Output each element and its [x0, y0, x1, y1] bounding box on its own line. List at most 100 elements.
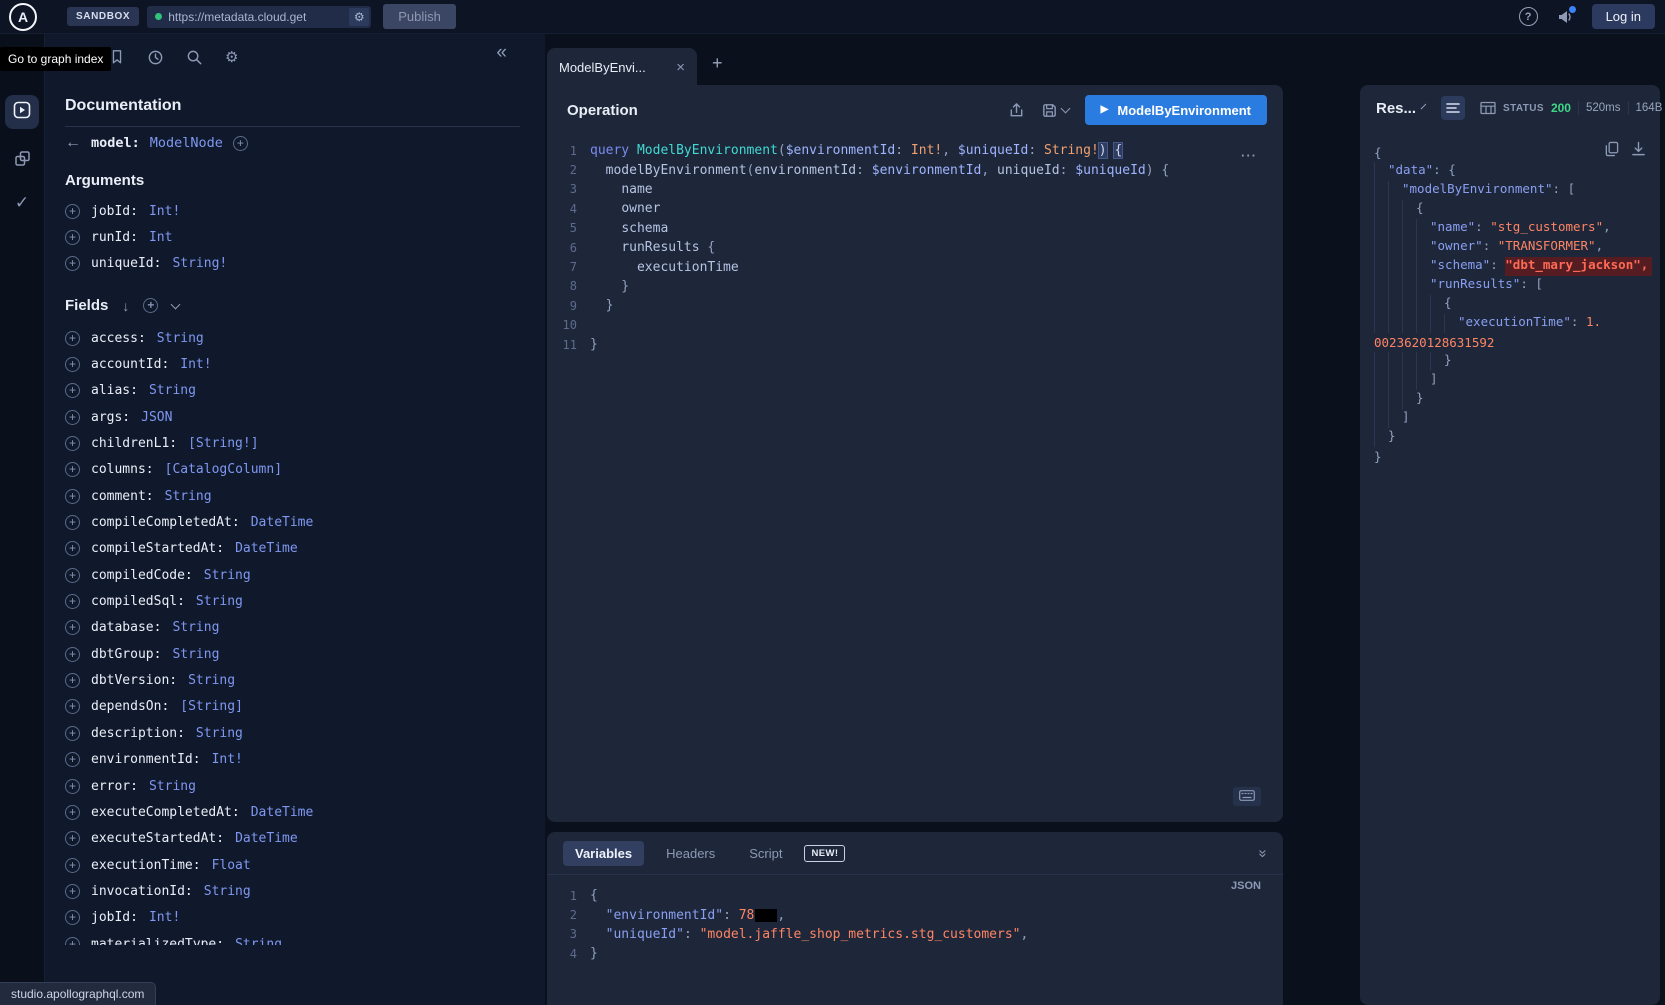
back-arrow-icon[interactable]: ←	[65, 134, 81, 152]
add-to-query-button[interactable]: +	[65, 647, 80, 662]
field-type-link[interactable]: String	[172, 620, 219, 635]
add-to-query-button[interactable]: +	[65, 726, 80, 741]
add-to-query-button[interactable]: +	[65, 779, 80, 794]
field-row[interactable]: +executionTime:Float	[65, 852, 529, 878]
field-row[interactable]: +database:String	[65, 615, 529, 641]
field-row[interactable]: +alias:String	[65, 378, 529, 404]
response-body[interactable]: {"data": {"modelByEnvironment": [{"name"…	[1374, 143, 1652, 466]
sort-fields-icon[interactable]: ↓	[122, 298, 129, 314]
add-to-query-button[interactable]: +	[65, 805, 80, 820]
tab-headers[interactable]: Headers	[654, 841, 727, 866]
field-row[interactable]: +dependsOn:[String]	[65, 694, 529, 720]
field-row[interactable]: +childrenL1:[String!]	[65, 430, 529, 456]
explorer-settings-gear-icon[interactable]: ⚙	[225, 48, 238, 66]
field-row[interactable]: +invocationId:String	[65, 878, 529, 904]
add-fields-button[interactable]: +	[143, 298, 158, 313]
response-table-view-button[interactable]	[1480, 101, 1496, 115]
add-to-query-button[interactable]: +	[65, 357, 80, 372]
add-to-query-button[interactable]: +	[65, 541, 80, 556]
field-row[interactable]: +compileCompletedAt:DateTime	[65, 509, 529, 535]
field-type-link[interactable]: String	[149, 383, 196, 398]
tab-script[interactable]: Script	[737, 841, 794, 866]
new-tab-button[interactable]: +	[712, 53, 723, 74]
field-type-link[interactable]: String	[157, 331, 204, 346]
field-row[interactable]: +environmentId:Int!	[65, 747, 529, 773]
field-type-link[interactable]: [String!]	[188, 436, 258, 451]
add-to-query-button[interactable]: +	[65, 230, 80, 245]
nav-explorer-button[interactable]	[5, 95, 39, 129]
nav-schema-button[interactable]	[13, 149, 32, 173]
field-type-link[interactable]: Float	[212, 858, 251, 873]
add-to-query-button[interactable]: +	[65, 858, 80, 873]
close-tab-icon[interactable]: ×	[676, 59, 685, 76]
field-row[interactable]: +dbtGroup:String	[65, 641, 529, 667]
field-type-link[interactable]: String	[196, 726, 243, 741]
endpoint-settings-gear-icon[interactable]: ⚙	[349, 8, 369, 26]
copy-response-icon[interactable]	[1604, 141, 1619, 162]
field-type-link[interactable]: JSON	[141, 410, 172, 425]
field-type-link[interactable]: Int	[149, 230, 172, 245]
add-to-query-button[interactable]: +	[65, 831, 80, 846]
add-to-query-button[interactable]: +	[65, 515, 80, 530]
field-type-link[interactable]: String	[235, 937, 282, 945]
field-type-link[interactable]: String	[204, 568, 251, 583]
endpoint-url-input[interactable]: https://metadata.cloud.get ⚙	[147, 6, 371, 28]
field-row[interactable]: +comment:String	[65, 483, 529, 509]
field-row[interactable]: +materializedType:String	[65, 931, 529, 945]
field-row[interactable]: +executeStartedAt:DateTime	[65, 826, 529, 852]
keyboard-shortcuts-button[interactable]	[1233, 787, 1261, 806]
add-to-query-button[interactable]: +	[65, 462, 80, 477]
add-to-query-button[interactable]: +	[65, 489, 80, 504]
field-type-link[interactable]: String	[188, 673, 235, 688]
field-type-link[interactable]: Int!	[149, 910, 180, 925]
argument-row[interactable]: +uniqueId:String!	[65, 251, 529, 277]
field-type-link[interactable]: [CatalogColumn]	[165, 462, 282, 477]
run-operation-button[interactable]: ▶ ModelByEnvironment	[1085, 95, 1267, 125]
add-to-query-button[interactable]: +	[65, 568, 80, 583]
help-icon[interactable]: ?	[1519, 7, 1538, 26]
add-to-query-button[interactable]: +	[65, 673, 80, 688]
add-to-query-button[interactable]: +	[65, 937, 80, 945]
nav-checks-button[interactable]: ✓	[15, 193, 29, 213]
field-type-link[interactable]: [String]	[180, 699, 243, 714]
argument-row[interactable]: +jobId:Int!	[65, 198, 529, 224]
login-button[interactable]: Log in	[1592, 4, 1655, 29]
apollo-logo[interactable]: A	[9, 3, 37, 31]
add-to-query-button[interactable]: +	[65, 331, 80, 346]
collapse-panel-icon[interactable]: «	[496, 43, 507, 62]
field-row[interactable]: +jobId:Int!	[65, 905, 529, 931]
variables-editor[interactable]: 1{2 "environmentId": 78,3 "uniqueId": "m…	[547, 886, 1283, 964]
add-to-query-button[interactable]: +	[65, 752, 80, 767]
field-row[interactable]: +dbtVersion:String	[65, 667, 529, 693]
add-to-query-button[interactable]: +	[65, 910, 80, 925]
field-row[interactable]: +compileStartedAt:DateTime	[65, 536, 529, 562]
field-row[interactable]: +compiledCode:String	[65, 562, 529, 588]
add-to-query-button[interactable]: +	[65, 204, 80, 219]
field-row[interactable]: +accountId:Int!	[65, 351, 529, 377]
add-to-query-button[interactable]: +	[65, 594, 80, 609]
download-response-icon[interactable]	[1631, 141, 1646, 162]
search-icon[interactable]	[186, 49, 203, 66]
response-dropdown-chevron-icon[interactable]	[1421, 104, 1427, 110]
add-to-query-button[interactable]: +	[65, 410, 80, 425]
field-type-link[interactable]: Int!	[149, 204, 180, 219]
add-to-query-button[interactable]: +	[65, 884, 80, 899]
field-type-link[interactable]: String	[165, 489, 212, 504]
field-type-link[interactable]: String	[196, 594, 243, 609]
field-type-link[interactable]: DateTime	[235, 831, 298, 846]
field-type-link[interactable]: String	[172, 647, 219, 662]
add-to-query-button[interactable]: +	[65, 699, 80, 714]
response-raw-view-button[interactable]	[1441, 96, 1465, 120]
announcements-button[interactable]	[1556, 8, 1574, 26]
field-type-link[interactable]: DateTime	[251, 515, 314, 530]
field-type-link[interactable]: String	[149, 779, 196, 794]
save-dropdown-chevron-icon[interactable]	[1060, 104, 1070, 114]
add-fields-chevron-icon[interactable]	[171, 299, 181, 309]
field-type-link[interactable]: String!	[172, 256, 227, 271]
field-row[interactable]: +description:String	[65, 720, 529, 746]
field-row[interactable]: +compiledSql:String	[65, 588, 529, 614]
field-row[interactable]: +args:JSON	[65, 404, 529, 430]
breadcrumb-type-link[interactable]: ModelNode	[150, 135, 223, 151]
share-operation-button[interactable]	[1008, 102, 1025, 119]
field-type-link[interactable]: Int!	[180, 357, 211, 372]
